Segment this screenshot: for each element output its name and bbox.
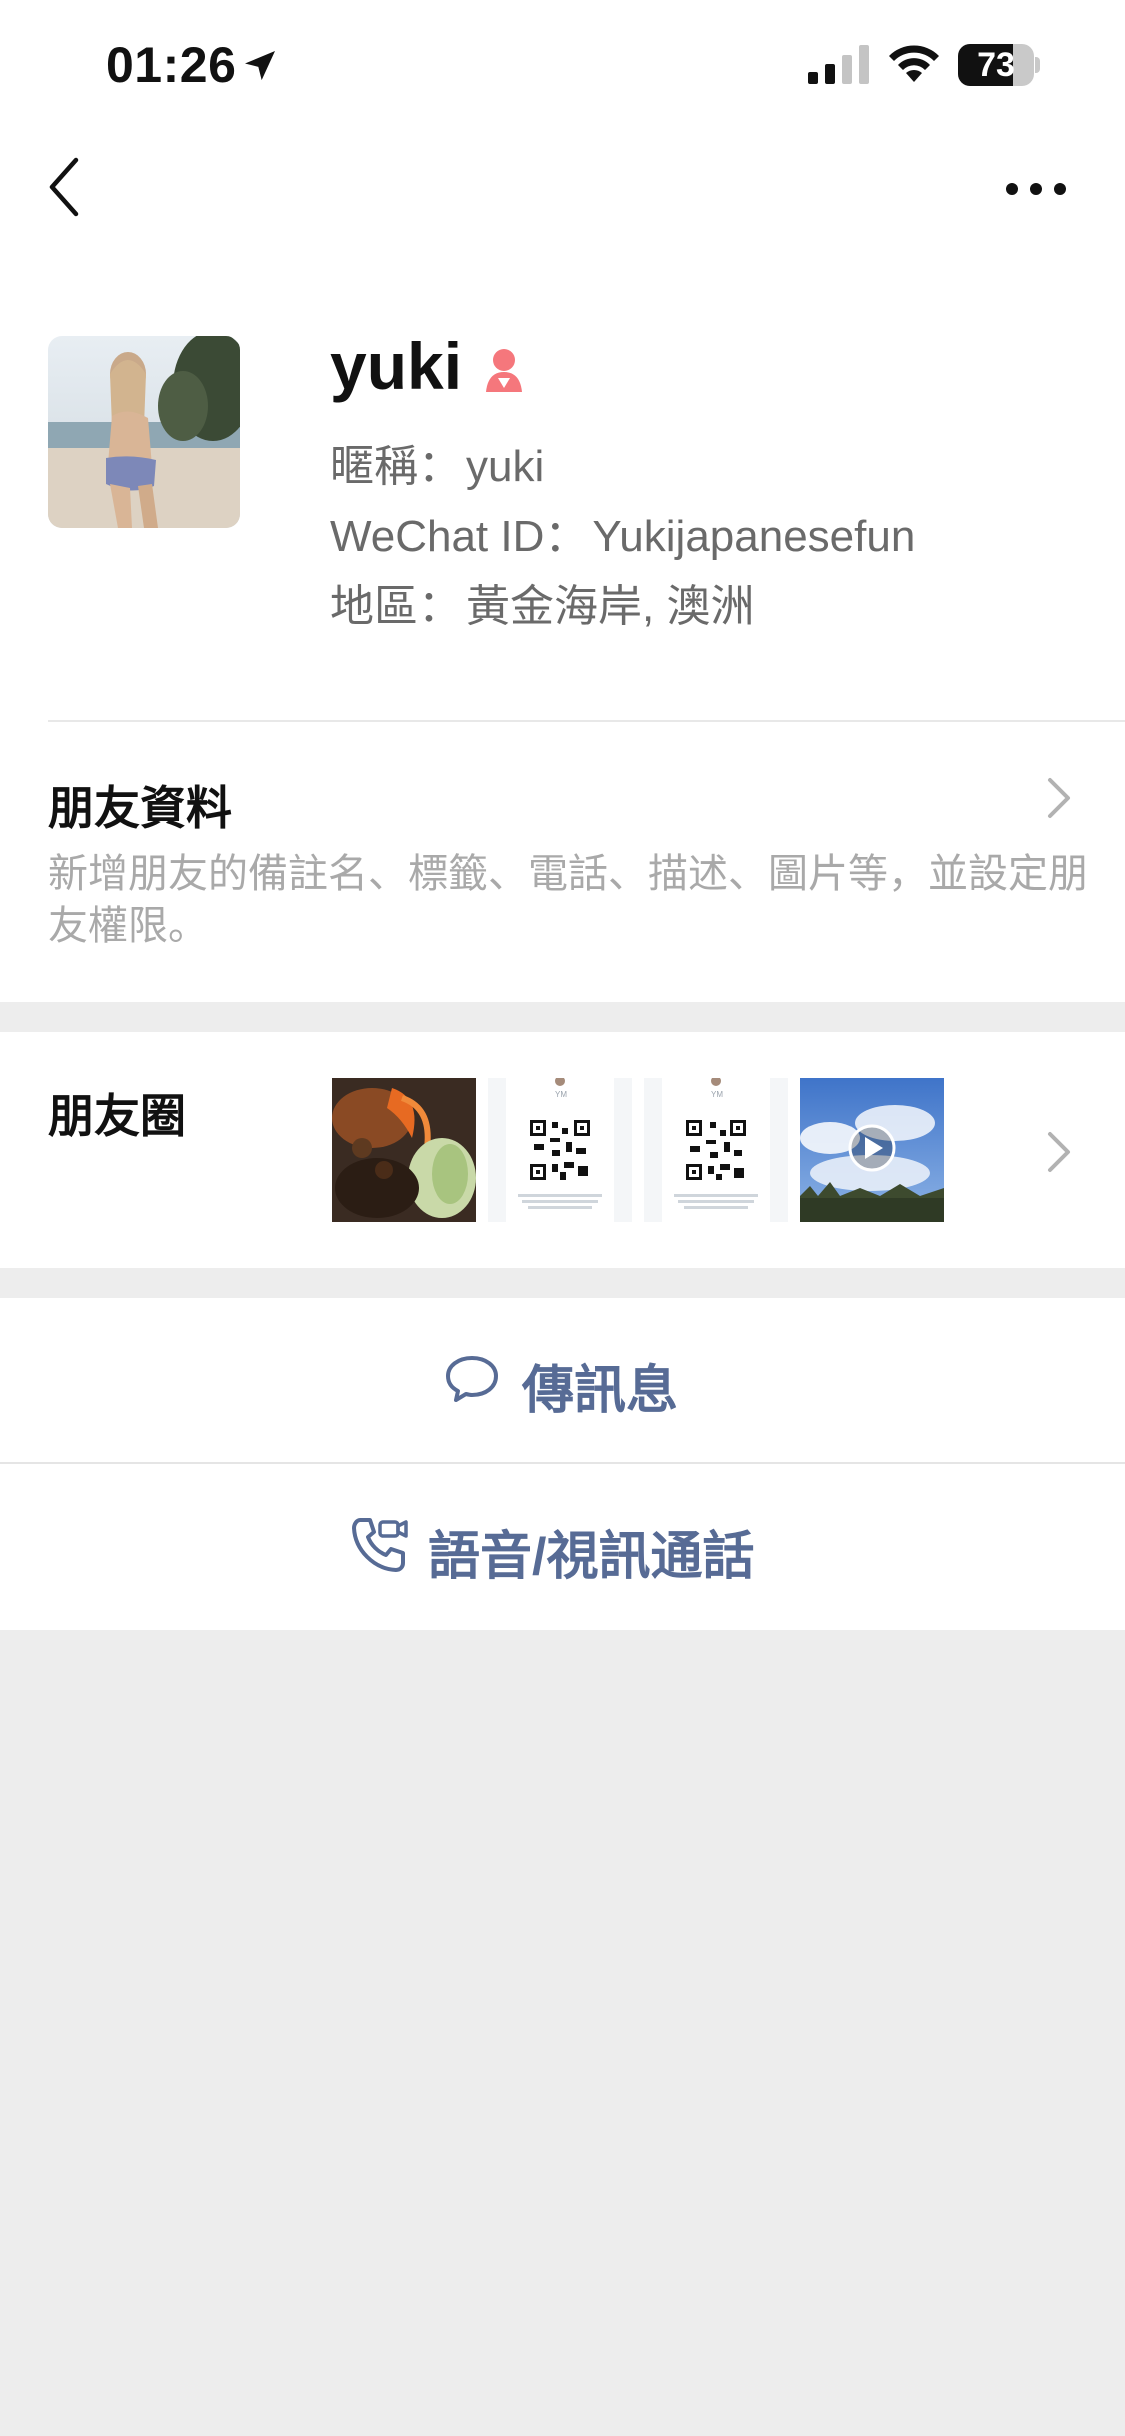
chevron-right-icon bbox=[1048, 778, 1070, 818]
friend-info-row[interactable]: 朋友資料 新增朋友的備註名、標籤、電話、描述、圖片等，並設定朋友權限。 bbox=[0, 722, 1125, 1002]
back-button[interactable] bbox=[40, 150, 90, 224]
send-message-label: 傳訊息 bbox=[522, 1362, 679, 1420]
nickname-label: 暱稱： bbox=[330, 442, 462, 491]
qr-card-initials: YM bbox=[711, 1090, 723, 1099]
qr-code-icon bbox=[662, 1078, 770, 1222]
female-icon bbox=[486, 349, 522, 392]
voice-video-call-label: 語音/視訊通話 bbox=[428, 1528, 755, 1586]
region-value: 黃金海岸, 澳洲 bbox=[466, 582, 755, 631]
voice-video-call-button[interactable]: 語音/視訊通話 bbox=[0, 1464, 1125, 1630]
profile-name: yuki bbox=[330, 329, 463, 403]
status-time: 01:26 bbox=[106, 37, 237, 93]
more-options-button[interactable] bbox=[1000, 164, 1072, 214]
wechat-id-value[interactable]: Yukijapanesefun bbox=[592, 512, 915, 561]
qr-card-initials: YM bbox=[555, 1090, 567, 1099]
wifi-icon bbox=[889, 45, 939, 82]
battery-icon: 73 bbox=[958, 44, 1040, 86]
moment-thumbnail-food[interactable] bbox=[332, 1078, 476, 1222]
moments-title: 朋友圈 bbox=[48, 1090, 186, 1142]
nickname-value: yuki bbox=[466, 442, 545, 491]
friend-info-description: 新增朋友的備註名、標籤、電話、描述、圖片等，並設定朋友權限。 bbox=[48, 852, 1088, 948]
send-message-button[interactable]: 傳訊息 bbox=[0, 1298, 1125, 1462]
chevron-right-icon bbox=[1048, 1132, 1070, 1172]
wechat-id-label: WeChat ID： bbox=[330, 512, 589, 561]
moment-thumbnail-qr-card[interactable]: YM bbox=[488, 1078, 632, 1222]
status-bar: 01:26 73 bbox=[0, 0, 1125, 132]
region-label: 地區： bbox=[330, 582, 462, 631]
location-arrow-icon bbox=[245, 51, 275, 81]
qr-code-icon bbox=[506, 1078, 614, 1222]
cell-signal-icon bbox=[808, 45, 869, 84]
moment-thumbnail-qr-card[interactable]: YM bbox=[644, 1078, 788, 1222]
friend-info-title: 朋友資料 bbox=[48, 782, 232, 834]
region-line: 地區：黃金海岸, 澳洲 bbox=[330, 570, 754, 634]
wechat-id-line[interactable]: WeChat ID：Yukijapanesefun bbox=[330, 500, 915, 564]
chat-bubble-icon bbox=[446, 1356, 498, 1402]
avatar[interactable] bbox=[48, 336, 240, 528]
moment-thumbnail-video[interactable] bbox=[800, 1078, 944, 1222]
battery-level: 73 bbox=[977, 46, 1015, 84]
phone-video-icon bbox=[352, 1518, 408, 1572]
nickname-line: 暱稱：yuki bbox=[330, 430, 544, 494]
profile-page: 01:26 73 yuki 暱稱：yuki WeChat ID：Yukijapa… bbox=[0, 0, 1125, 2436]
